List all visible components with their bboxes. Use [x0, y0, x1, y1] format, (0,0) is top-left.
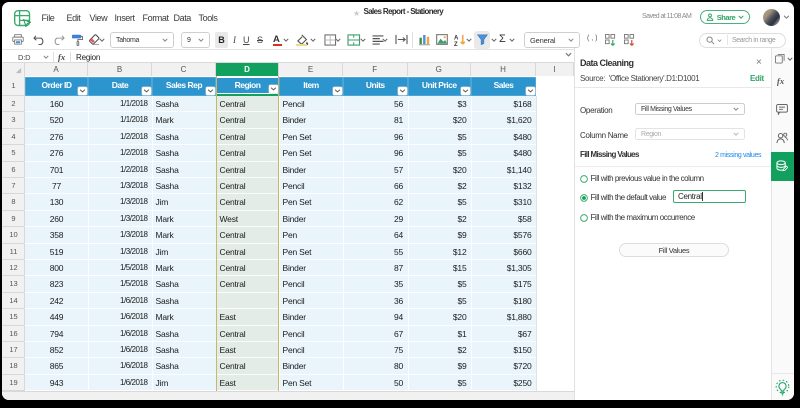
- svg-text:A: A: [454, 36, 459, 42]
- svg-text:Z: Z: [454, 42, 458, 46]
